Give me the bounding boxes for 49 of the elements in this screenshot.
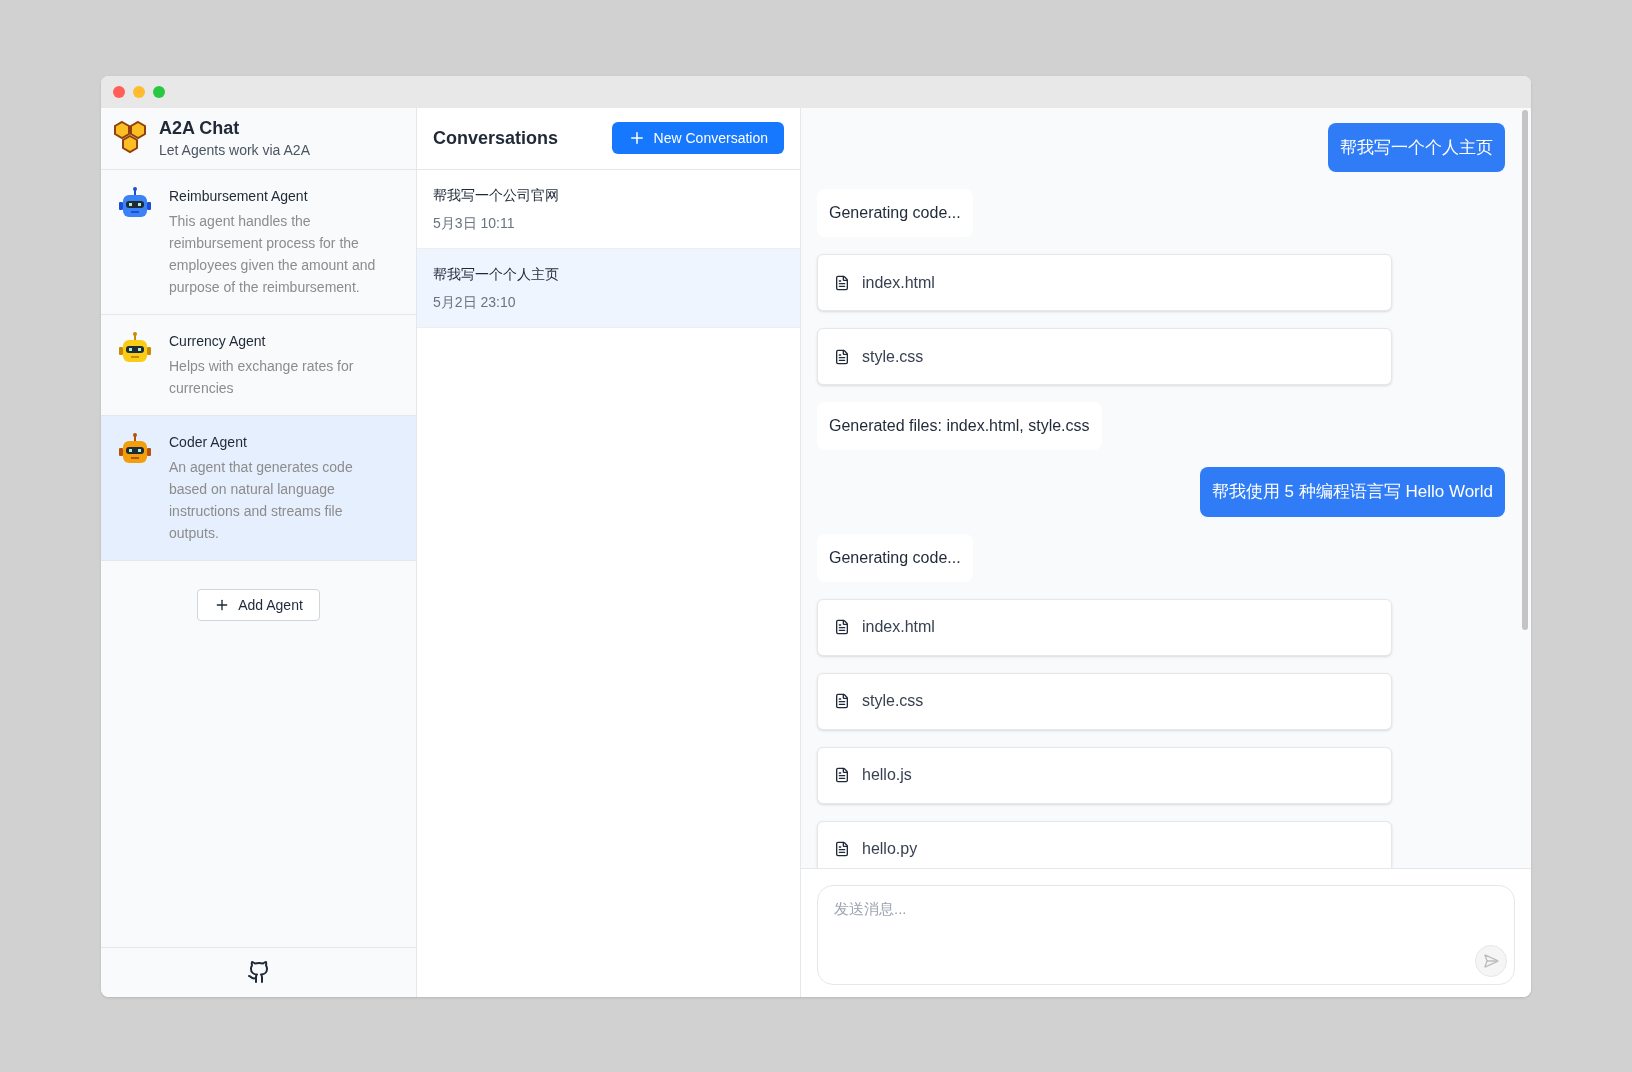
agent-message: Generating code...: [817, 189, 973, 237]
file-icon: [834, 348, 850, 365]
close-window-button[interactable]: [113, 85, 125, 98]
agent-message: Generating code...: [817, 533, 973, 582]
message-input[interactable]: 发送消息...: [817, 884, 1515, 985]
app-title: A2A Chat: [159, 117, 241, 140]
new-conversation-button[interactable]: New Conversation: [611, 122, 784, 154]
conversation-item[interactable]: 帮我写一个公司官网 5月3日 10:11: [417, 169, 800, 249]
file-card[interactable]: style.css: [817, 672, 1392, 730]
conversation-time: 5月2日 23:10: [433, 292, 517, 312]
scrollbar[interactable]: [1522, 109, 1528, 630]
file-icon: [834, 841, 850, 857]
file-name: hello.js: [862, 765, 912, 785]
file-icon: [834, 619, 850, 635]
file-icon: [834, 274, 850, 291]
file-name: index.html: [862, 617, 935, 637]
file-card[interactable]: index.html: [817, 254, 1392, 311]
file-card[interactable]: hello.py: [817, 820, 1392, 868]
agent-description: An agent that generates code based on natural language instructions and streams file outputs.: [169, 457, 354, 543]
send-icon: [1483, 952, 1499, 969]
agent-description: This agent handles the reimbursement process for the employees given the amount and purpose of the reimbursement.: [169, 211, 377, 297]
agent-name: Reimbursement Agent: [169, 186, 309, 206]
user-message: 帮我写一个个人主页: [1328, 122, 1505, 172]
agent-name: Coder Agent: [169, 432, 248, 452]
hexagon-logo-icon: [113, 120, 147, 156]
file-name: hello.py: [862, 839, 918, 859]
conversation-title: 帮我写一个个人主页: [433, 264, 560, 284]
app-subtitle: Let Agents work via A2A: [159, 141, 310, 160]
file-icon: [834, 693, 850, 709]
file-icon: [834, 767, 850, 783]
conversation-title: 帮我写一个公司官网: [433, 185, 560, 205]
conversation-item[interactable]: 帮我写一个个人主页 5月2日 23:10: [417, 248, 800, 328]
file-card[interactable]: style.css: [817, 328, 1392, 385]
maximize-window-button[interactable]: [153, 85, 165, 98]
github-icon[interactable]: [246, 960, 271, 984]
file-name: index.html: [862, 272, 935, 293]
file-name: style.css: [862, 346, 924, 367]
agent-description: Helps with exchange rates for currencies: [169, 356, 355, 398]
conversations-title: Conversations: [433, 127, 559, 150]
add-agent-button[interactable]: Add Agent: [197, 588, 320, 621]
agent-name: Currency Agent: [169, 331, 267, 351]
user-message: 帮我使用 5 种编程语言写 Hello World: [1199, 467, 1505, 517]
file-name: style.css: [862, 691, 924, 711]
agent-item[interactable]: Coder Agent An agent that generates code based on natural language instructions and streams file outputs.: [101, 415, 416, 561]
file-card[interactable]: index.html: [817, 598, 1392, 656]
agent-message: Generated files: index.html, style.css: [817, 402, 1102, 450]
conversation-time: 5月3日 10:11: [433, 213, 516, 233]
minimize-window-button[interactable]: [133, 85, 145, 98]
file-card[interactable]: hello.js: [817, 746, 1392, 804]
